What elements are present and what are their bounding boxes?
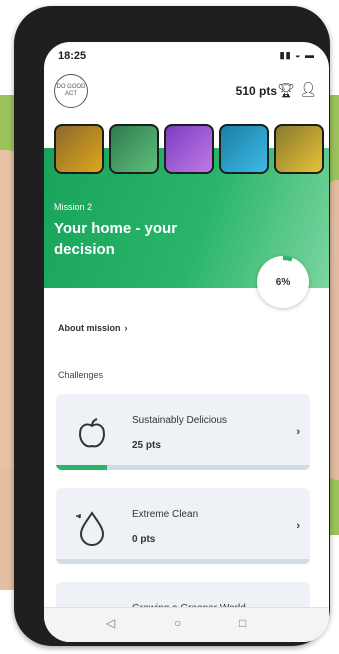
mission-thumb-1[interactable] [54,124,104,174]
mission-progress-ring: 6% [257,256,309,308]
about-mission-label: About mission [58,323,121,333]
challenge-progress-bar [56,559,310,564]
challenge-card-sustainably-delicious[interactable]: Sustainably Delicious 25 pts › [56,394,310,470]
chevron-right-icon: › [124,323,128,333]
mission-thumbnails [54,124,324,174]
mission-label: Mission 2 [54,202,93,212]
phone-frame: 18:25 ▮▮ ◒ ▬ DO GOOD ACT 510 pts 🏆︎ 👤︎ M… [14,6,330,646]
mission-thumb-5[interactable] [274,124,324,174]
challenges-heading: Challenges [58,370,104,380]
points-total: 510 pts [235,84,277,98]
system-navbar: ◁ ○ □ [44,607,329,642]
challenge-progress-fill [56,465,107,470]
mission-progress-value: 6% [261,260,305,304]
app-logo[interactable]: DO GOOD ACT [54,74,88,108]
app-screen: 18:25 ▮▮ ◒ ▬ DO GOOD ACT 510 pts 🏆︎ 👤︎ M… [44,42,329,642]
challenge-card-extreme-clean[interactable]: Extreme Clean 0 pts › [56,488,310,564]
status-time: 18:25 [58,50,87,62]
mission-thumb-3[interactable] [164,124,214,174]
home-icon[interactable]: ○ [174,616,181,630]
mission-thumb-2[interactable] [109,124,159,174]
app-header: DO GOOD ACT 510 pts 🏆︎ 👤︎ [44,72,329,116]
status-bar: 18:25 ▮▮ ◒ ▬ [58,50,315,66]
challenge-progress-bar [56,465,310,470]
status-icons: ▮▮ ◒ ▬ [279,50,315,60]
challenge-points: 0 pts [132,534,156,545]
recent-apps-icon[interactable]: □ [239,616,246,630]
challenge-points: 25 pts [132,440,161,451]
back-icon[interactable]: ◁ [106,616,115,630]
about-mission-link[interactable]: About mission › [58,323,128,333]
challenge-title: Sustainably Delicious [132,415,228,426]
water-drop-icon [72,508,112,548]
mission-thumb-4[interactable] [219,124,269,174]
apple-icon [72,414,112,454]
logo-text: DO GOOD ACT [56,84,86,97]
profile-icon[interactable]: 👤︎ [299,81,317,98]
chevron-right-icon: › [296,520,300,532]
challenge-title: Extreme Clean [132,509,199,520]
mission-title: Your home - your decision [54,220,178,258]
chevron-right-icon: › [296,426,300,438]
trophy-icon[interactable]: 🏆︎ [277,82,295,99]
